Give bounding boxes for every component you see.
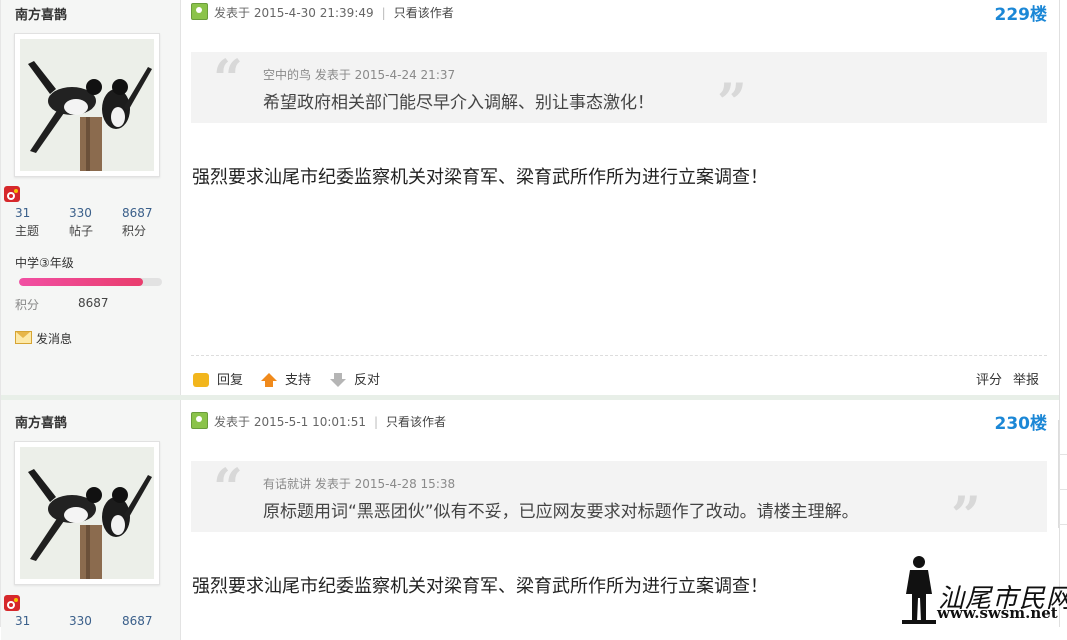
post-body: 强烈要求汕尾市纪委监察机关对梁育军、梁育武所作所为进行立案调查！	[192, 576, 768, 597]
stat-points-value[interactable]: 8687	[122, 206, 170, 221]
reply-icon	[193, 373, 209, 387]
side-tool-slot[interactable]	[1059, 420, 1067, 455]
open-quote-icon: “	[213, 49, 243, 110]
oppose-button[interactable]: 反对	[330, 369, 380, 388]
meta-divider: |	[381, 6, 386, 20]
post-meta: 发表于 2015-5-1 10:01:51 | 只看该作者	[191, 412, 446, 430]
quote-block: “ 有话就讲 发表于 2015-4-28 15:38 原标题用词“黑恶团伙”似有…	[191, 458, 1047, 543]
stat-posts-value[interactable]: 330	[69, 206, 117, 221]
close-quote-icon: ”	[951, 486, 981, 547]
avatar[interactable]	[14, 441, 160, 585]
support-label: 支持	[285, 373, 312, 388]
post-main: 发表于 2015-4-30 21:39:49 | 只看该作者 229楼 “ 空中的鸟…	[191, 0, 1047, 395]
level-progress-fill	[19, 278, 144, 286]
reply-button[interactable]: 回复	[193, 369, 243, 388]
thumbs-down-arrow-icon	[330, 373, 346, 387]
avatar[interactable]	[14, 33, 160, 177]
stat-points[interactable]: 8687 积分	[122, 206, 170, 241]
weibo-icon[interactable]	[4, 595, 20, 611]
quote-text: 原标题用词“黑恶团伙”似有不妥，已应网友要求对标题作了改动。请楼主理解。	[263, 502, 859, 522]
author-name[interactable]: 南方喜鹊	[15, 4, 67, 23]
side-tool-strip[interactable]	[1058, 420, 1067, 528]
site-watermark: 汕尾市民网 www.swsm.net	[900, 552, 1067, 627]
floor-number[interactable]: 230楼	[995, 409, 1048, 434]
author-name[interactable]: 南方喜鹊	[15, 412, 67, 431]
post-time: 发表于 2015-5-1 10:01:51	[214, 415, 366, 429]
author-sidebar: 南方喜鹊	[1, 0, 181, 395]
quote-block: “ 空中的鸟 发表于 2015-4-24 21:37 希望政府相关部门能尽早介入…	[191, 49, 1047, 130]
level-progress-bar	[19, 278, 162, 286]
meta-divider: |	[374, 415, 379, 429]
user-level: 中学③年级	[15, 256, 74, 270]
points-row: 积分 8687	[15, 296, 109, 313]
report-button[interactable]: 举报	[1013, 369, 1039, 388]
stat-points-label: 积分	[122, 224, 147, 238]
floor-number[interactable]: 229楼	[995, 0, 1048, 25]
support-button[interactable]: 支持	[261, 369, 311, 388]
stat-threads-value[interactable]: 31	[15, 206, 63, 221]
send-message-label: 发消息	[36, 332, 73, 346]
quote-text: 希望政府相关部门能尽早介入调解、别让事态激化！	[263, 93, 654, 113]
post-body: 强烈要求汕尾市纪委监察机关对梁育军、梁育武所作所为进行立案调查！	[192, 167, 768, 188]
online-status-icon	[191, 3, 208, 20]
quote-header: 空中的鸟 发表于 2015-4-24 21:37	[263, 68, 456, 82]
envelope-icon	[15, 331, 32, 344]
only-author-link[interactable]: 只看该作者	[394, 6, 454, 20]
forum-thread: 南方喜鹊 31 主题 330 帖子 8687 积分 中学③年级 积分 8687 …	[0, 0, 1060, 640]
send-message-link[interactable]: 发消息	[15, 330, 72, 347]
side-tool-slot[interactable]	[1059, 490, 1067, 525]
post-time: 发表于 2015-4-30 21:39:49	[214, 6, 374, 20]
stat-posts-label: 帖子	[69, 224, 94, 238]
online-status-icon	[191, 412, 208, 429]
open-quote-icon: “	[213, 458, 243, 519]
side-tool-slot[interactable]	[1059, 455, 1067, 490]
only-author-link[interactable]: 只看该作者	[386, 415, 446, 429]
reply-label: 回复	[217, 373, 244, 388]
stat-threads[interactable]: 31 主题	[15, 206, 63, 241]
oppose-label: 反对	[354, 373, 381, 388]
weibo-icon[interactable]	[4, 186, 20, 202]
points-label: 积分	[15, 298, 40, 312]
figure-silhouette-icon	[902, 556, 936, 624]
post-actions: 回复 支持 反对 评分 举报	[191, 355, 1047, 396]
thumbs-up-arrow-icon	[261, 373, 277, 387]
points-value: 8687	[78, 296, 109, 310]
rate-button[interactable]: 评分	[976, 369, 1002, 388]
post-229: 南方喜鹊 31 主题 330 帖子 8687 积分 中学③年级 积分 8687 …	[1, 0, 1059, 395]
post-meta: 发表于 2015-4-30 21:39:49 | 只看该作者	[191, 3, 454, 21]
close-quote-icon: ”	[717, 73, 747, 134]
stat-threads-label: 主题	[15, 224, 40, 238]
stat-posts[interactable]: 330 帖子	[69, 206, 117, 241]
quote-header: 有话就讲 发表于 2015-4-28 15:38	[263, 477, 456, 491]
author-sidebar: 南方喜鹊	[1, 400, 181, 640]
watermark-url: www.swsm.net	[937, 604, 1058, 622]
